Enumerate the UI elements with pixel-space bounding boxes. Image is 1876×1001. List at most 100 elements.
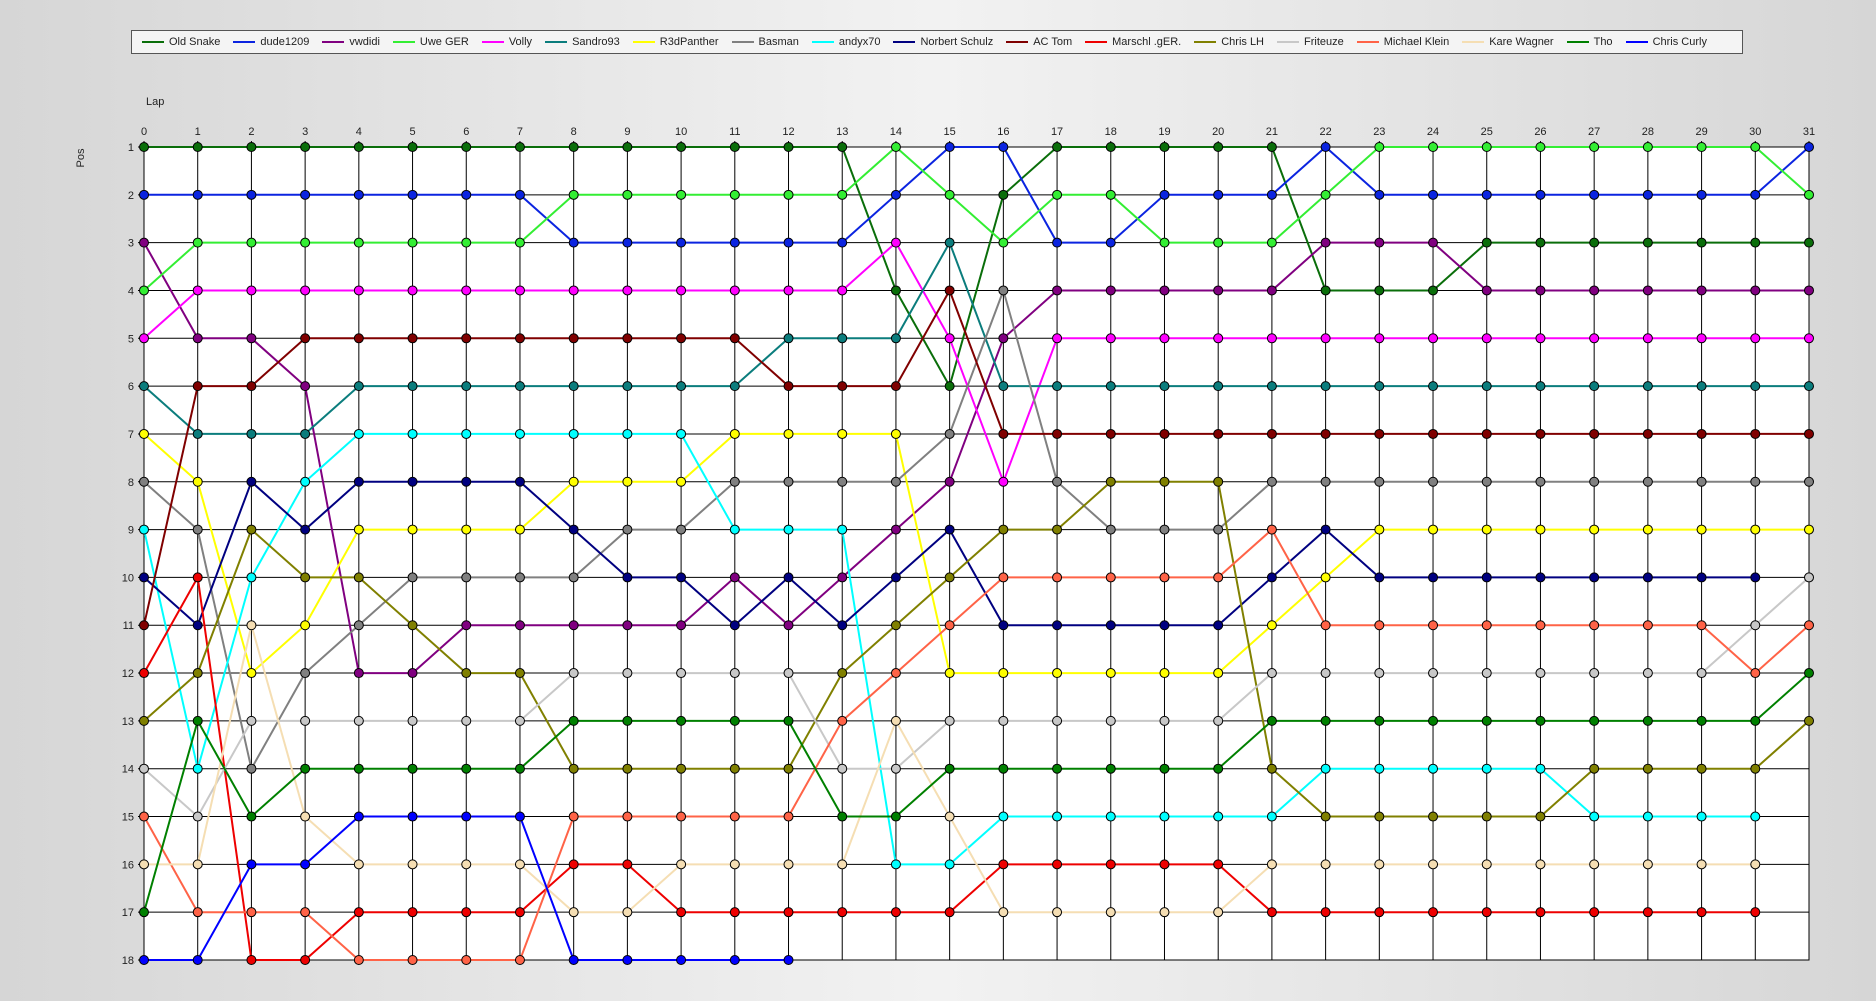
data-point-basman [353,620,364,631]
data-point-marschl-ger [890,907,901,918]
x-tick-label: 3 [302,126,308,138]
data-point-dude1209 [461,189,472,200]
data-point-volly [1213,333,1224,344]
data-point-basman [139,476,149,487]
data-point-dude1209 [1159,189,1170,200]
data-point-sandro93 [192,428,203,439]
data-point-friteuze [568,668,579,679]
data-point-friteuze [353,715,364,726]
data-point-kare-wagner [1266,859,1277,870]
data-point-chris-lh [1052,524,1063,535]
y-tick-label: 4 [128,285,134,297]
data-point-dude1209 [890,189,901,200]
data-point-sandro93 [944,237,955,248]
data-point-volly [1535,333,1546,344]
data-point-basman [192,524,203,535]
data-point-kare-wagner [890,715,901,726]
data-point-ac-tom [622,333,633,344]
data-point-chris-lh [1374,811,1385,822]
data-point-uwe-ger [1481,142,1492,152]
data-point-sandro93 [729,381,740,392]
data-point-basman [944,428,955,439]
data-point-old-snake [729,142,740,152]
data-point-chris-lh [1589,763,1600,774]
data-point-vwdidi [568,620,579,631]
data-point-volly [622,285,633,296]
x-tick-label: 30 [1749,126,1761,138]
data-point-friteuze [783,668,794,679]
data-point-dude1209 [568,237,579,248]
x-tick-label: 27 [1588,126,1600,138]
data-point-norbert-schulz [139,572,149,583]
x-tick-label: 17 [1051,126,1063,138]
data-point-ac-tom [676,333,687,344]
data-point-dude1209 [1213,189,1224,200]
data-point-uwe-ger [783,189,794,200]
data-point-basman [1213,524,1224,535]
data-point-volly [1266,333,1277,344]
data-point-michael-klein [192,907,203,918]
data-point-sandro93 [1804,381,1814,392]
data-point-old-snake [192,142,203,152]
data-point-r3dpanther [1642,524,1653,535]
data-point-sandro93 [1750,381,1761,392]
data-point-volly [192,285,203,296]
data-point-basman [407,572,418,583]
data-point-chris-curly [729,955,740,965]
data-point-uwe-ger [568,189,579,200]
data-point-marschl-ger [1750,907,1761,918]
x-tick-label: 23 [1373,126,1385,138]
data-point-norbert-schulz [998,620,1009,631]
data-point-marschl-ger [783,907,794,918]
data-point-tho [944,763,955,774]
data-point-michael-klein [890,668,901,679]
data-point-ac-tom [1535,428,1546,439]
data-point-dude1209 [1428,189,1439,200]
data-point-sandro93 [1535,381,1546,392]
data-point-tho [246,811,257,822]
data-point-andyx70 [1213,811,1224,822]
data-point-norbert-schulz [1266,572,1277,583]
data-point-tho [139,907,149,918]
data-point-kare-wagner [1374,859,1385,870]
data-point-basman [461,572,472,583]
data-point-tho [1481,715,1492,726]
data-point-marschl-ger [1159,859,1170,870]
data-point-kare-wagner [461,859,472,870]
data-point-sandro93 [1213,381,1224,392]
data-point-friteuze [622,668,633,679]
y-tick-label: 14 [122,764,134,776]
data-point-chris-lh [1804,715,1814,726]
data-point-marschl-ger [514,907,525,918]
data-point-friteuze [1428,668,1439,679]
data-point-dude1209 [1105,237,1116,248]
x-tick-label: 21 [1266,126,1278,138]
data-point-r3dpanther [1696,524,1707,535]
y-tick-label: 12 [122,668,134,680]
data-point-tho [1266,715,1277,726]
data-point-norbert-schulz [729,620,740,631]
data-point-vwdidi [1428,237,1439,248]
y-tick-label: 5 [128,333,134,345]
data-point-andyx70 [1374,763,1385,774]
data-point-friteuze [407,715,418,726]
data-point-vwdidi [139,237,149,248]
data-point-sandro93 [1052,381,1063,392]
y-tick-label: 17 [122,907,134,919]
data-point-norbert-schulz [837,620,848,631]
data-point-volly [1428,333,1439,344]
data-point-andyx70 [1750,811,1761,822]
data-point-marschl-ger [1589,907,1600,918]
data-point-uwe-ger [837,189,848,200]
data-point-dude1209 [1535,189,1546,200]
data-point-tho [514,763,525,774]
y-tick-label: 7 [128,429,134,441]
data-point-r3dpanther [890,428,901,439]
x-tick-label: 19 [1158,126,1170,138]
data-point-ac-tom [1750,428,1761,439]
data-point-chris-curly [676,955,687,965]
data-point-norbert-schulz [622,572,633,583]
data-point-kare-wagner [1428,859,1439,870]
data-point-dude1209 [729,237,740,248]
data-point-tho [729,715,740,726]
